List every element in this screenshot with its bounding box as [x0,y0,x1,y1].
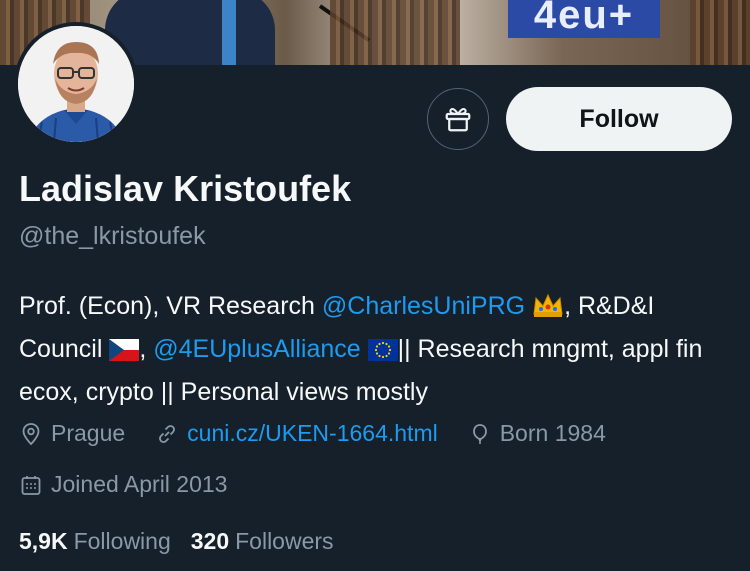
gift-button[interactable] [427,88,489,150]
profile-meta-row: Prague cuni.cz/UKEN-1664.html Born 1984 [19,420,636,447]
bio-text: Prof. (Econ), VR Research [19,292,322,320]
profile-joined-row: Joined April 2013 [19,471,257,498]
profile-name: Ladislav Kristoufek [19,168,352,209]
banner-sign: 4eu+ [508,0,660,38]
location-item: Prague [19,420,125,447]
profile-stats: 5,9K Following 320 Followers [19,528,354,555]
joined-text: Joined April 2013 [51,471,228,497]
avatar-photo [18,26,134,142]
crown-emoji-icon [532,291,564,330]
calendar-icon [21,475,41,495]
location-text: Prague [51,420,126,446]
follow-button[interactable]: Follow [506,87,732,151]
followers-count: 320 [190,528,230,554]
followers-label: Followers [235,528,334,554]
joined-item: Joined April 2013 [19,471,227,498]
born-text: Born 1984 [499,420,606,446]
banner-bookshelf-middle [330,0,460,65]
czech-flag-icon [109,334,140,373]
following-stat[interactable]: 5,9K Following [19,528,171,555]
location-pin-icon [22,422,40,445]
website-item[interactable]: cuni.cz/UKEN-1664.html [155,420,438,447]
mention-4euplusalliance-link[interactable]: @4EUplusAlliance [153,335,360,363]
mention-charlesuniprg-link[interactable]: @CharlesUniPRG [322,292,525,320]
link-icon [159,424,176,443]
following-label: Following [73,528,171,554]
profile-handle: @the_lkristoufek [19,222,206,250]
gift-icon [445,108,471,132]
bio-text: , [139,335,154,363]
following-count: 5,9K [19,528,68,554]
balloon-icon [472,423,487,444]
website-link[interactable]: cuni.cz/UKEN-1664.html [187,420,438,447]
profile-bio: Prof. (Econ), VR Research @CharlesUniPRG… [19,287,734,412]
banner-lanyard [222,0,236,65]
birthdate-item: Born 1984 [468,420,606,447]
eu-flag-icon [367,334,398,373]
followers-stat[interactable]: 320 Followers [191,528,334,555]
profile-avatar[interactable] [14,22,138,146]
banner-bookshelf-right [690,0,750,65]
